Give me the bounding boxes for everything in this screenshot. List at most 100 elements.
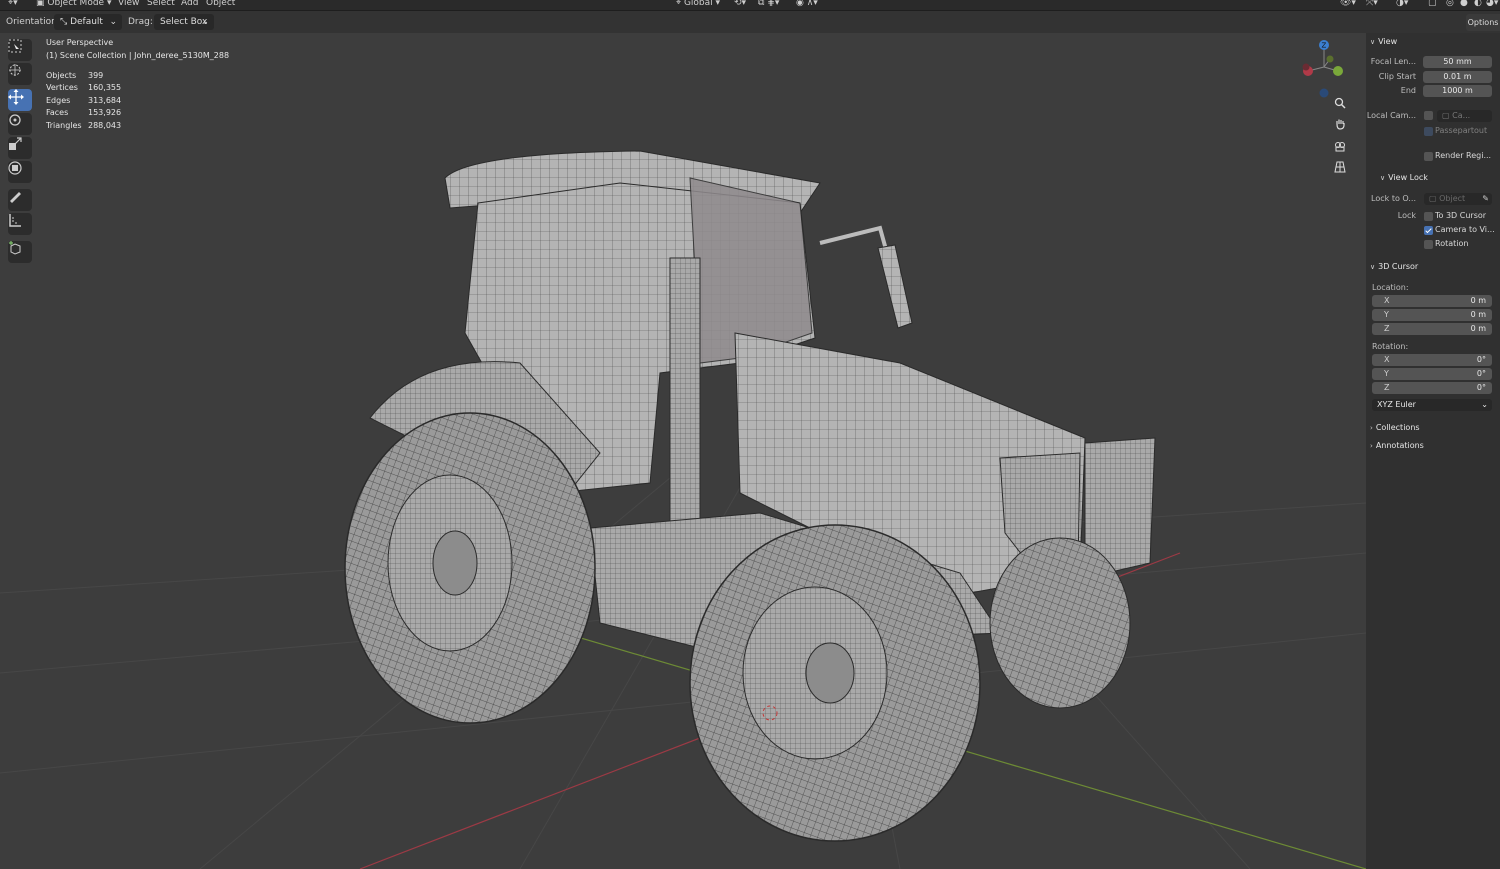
annotate-icon <box>10 192 21 203</box>
lock-label: Lock <box>1397 211 1416 220</box>
rotation-mode-dropdown[interactable]: XYZ Euler ⌄ <box>1372 399 1492 411</box>
drag-dropdown[interactable]: Select Box ⌄ <box>154 14 214 30</box>
cursor-location-y-field[interactable]: Y 0 m <box>1372 309 1492 321</box>
menu-add[interactable]: Add <box>181 0 198 8</box>
viewport-scene <box>0 150 1366 869</box>
shading-material-icon[interactable]: ◐ <box>1474 0 1482 8</box>
overlay-toggle-icon[interactable]: ◑▾ <box>1396 0 1408 8</box>
clip-start-field[interactable]: 0.01 m <box>1423 71 1492 83</box>
add-cube-tool[interactable] <box>8 241 32 263</box>
chevron-right-icon: › <box>1370 442 1373 450</box>
cursor-tool[interactable] <box>8 63 32 85</box>
3d-cursor-panel-header[interactable]: ∨ 3D Cursor <box>1370 262 1418 271</box>
perspective-label: User Perspective <box>46 38 114 47</box>
stat-label: Vertices <box>46 83 78 92</box>
axis-value: 0 m <box>1470 310 1486 319</box>
transform-icon <box>8 161 22 175</box>
eyedropper-icon[interactable]: ✎ <box>1482 193 1489 205</box>
axis-label: X <box>1384 355 1390 364</box>
lock-to-object-field[interactable]: ▢ Object ✎ <box>1424 193 1492 205</box>
orientation-dropdown[interactable]: ⤡ Default ⌄ <box>54 14 122 30</box>
rotate-tool[interactable] <box>8 113 32 135</box>
clip-start-label: Clip Start <box>1378 72 1416 81</box>
3d-viewport[interactable]: User Perspective (1) Scene Collection | … <box>0 33 1366 869</box>
focal-length-label: Focal Len... <box>1370 57 1416 66</box>
transform-orientation-label: Global <box>683 0 713 8</box>
gizmo-toggle-icon[interactable]: ⤧▾ <box>1366 0 1378 8</box>
local-camera-label: Local Cam... <box>1366 111 1416 120</box>
axis-value: 0° <box>1476 369 1486 378</box>
measure-tool[interactable] <box>8 213 32 235</box>
orientation-icon: ⤡ <box>60 17 71 27</box>
cursor-location-x-field[interactable]: X 0 m <box>1372 295 1492 307</box>
axis-label: Z <box>1384 383 1390 392</box>
clip-end-label: End <box>1400 86 1416 95</box>
cursor-rotation-z-field[interactable]: Z 0° <box>1372 382 1492 394</box>
options-button[interactable]: Options <box>1466 14 1500 31</box>
shading-wireframe-icon[interactable]: ◎ <box>1446 0 1454 8</box>
shading-rendered-icon[interactable]: ◕▾ <box>1486 0 1498 8</box>
visibility-icon[interactable]: 👁▾ <box>1340 0 1356 8</box>
collections-panel-header[interactable]: › Collections <box>1370 423 1420 432</box>
cursor-icon <box>9 64 21 76</box>
navigation-gizmo[interactable]: Z <box>1298 37 1354 99</box>
camera-to-view-checkbox[interactable] <box>1424 226 1433 235</box>
annotate-tool[interactable] <box>8 189 32 211</box>
lock-to-object-placeholder: Object <box>1439 194 1466 203</box>
move-tool[interactable] <box>8 89 32 111</box>
cursor-location-z-field[interactable]: Z 0 m <box>1372 323 1492 335</box>
chevron-down-icon: ⌄ <box>109 17 117 27</box>
camera-view-button[interactable] <box>1334 140 1354 160</box>
grid-icon <box>1334 161 1346 173</box>
axis-value: 0 m <box>1470 296 1486 305</box>
lock-rotation-checkbox[interactable] <box>1424 240 1433 249</box>
cursor-rotation-y-field[interactable]: Y 0° <box>1372 368 1492 380</box>
stat-value: 288,043 <box>88 121 122 130</box>
drag-value: Select Box <box>160 17 208 27</box>
transform-tool[interactable] <box>8 161 32 183</box>
passepartout-checkbox[interactable] <box>1424 127 1433 136</box>
menu-view[interactable]: View <box>118 0 139 8</box>
clip-end-field[interactable]: 1000 m <box>1423 85 1492 97</box>
annotations-panel-header[interactable]: › Annotations <box>1370 441 1424 450</box>
pan-button[interactable] <box>1334 118 1354 138</box>
view-panel-header[interactable]: ∨ View <box>1370 37 1397 46</box>
orientation-value: Default <box>70 17 103 27</box>
lock-to-object-label: Lock to O... <box>1371 194 1416 203</box>
local-camera-checkbox[interactable] <box>1424 111 1433 120</box>
editor-header: ⌖▾ ▣ Object Mode ▾ View Select Add Objec… <box>0 0 1500 11</box>
render-region-checkbox[interactable] <box>1424 152 1433 161</box>
focal-length-field[interactable]: 50 mm <box>1423 56 1492 68</box>
lock-to-3d-cursor-checkbox[interactable] <box>1424 212 1433 221</box>
xray-icon[interactable]: ▢ <box>1428 0 1437 8</box>
rotate-icon <box>9 114 21 126</box>
measure-icon <box>9 214 21 227</box>
menu-object[interactable]: Object <box>206 0 235 8</box>
camera-object-icon: ▢ <box>1442 111 1453 120</box>
zoom-button[interactable] <box>1334 97 1354 117</box>
rotation-label: Rotation: <box>1372 342 1409 351</box>
hand-icon <box>1336 119 1345 130</box>
local-camera-value: Ca... <box>1452 111 1471 120</box>
pivot-icon[interactable]: ⟲▾ <box>734 0 746 8</box>
editor-type-icon[interactable]: ⌖▾ <box>8 0 18 8</box>
proportional-edit-icon[interactable]: ◉ ∧▾ <box>796 0 818 8</box>
cursor-rotation-x-field[interactable]: X 0° <box>1372 354 1492 366</box>
local-camera-field[interactable]: ▢ Ca... <box>1437 110 1492 122</box>
object-mode-dropdown[interactable]: ▣ Object Mode ▾ <box>36 0 111 8</box>
chevron-right-icon: › <box>1370 424 1373 432</box>
perspective-toggle-button[interactable] <box>1334 161 1354 181</box>
tractor-model <box>344 150 1156 842</box>
shading-solid-icon[interactable]: ● <box>1460 0 1468 8</box>
stat-value: 160,355 <box>88 83 122 92</box>
3d-cursor-title: 3D Cursor <box>1378 262 1419 271</box>
snap-icon[interactable]: ⧉ ⋕▾ <box>758 0 779 8</box>
transform-orientation-dropdown[interactable]: ⌖ Global ▾ <box>676 0 720 8</box>
scale-tool[interactable] <box>8 137 32 159</box>
select-box-tool[interactable] <box>8 39 32 61</box>
drag-label: Drag: <box>128 17 153 27</box>
menu-select[interactable]: Select <box>147 0 175 8</box>
view-lock-subpanel-header[interactable]: ∨ View Lock <box>1380 173 1428 182</box>
annotations-title: Annotations <box>1375 441 1424 450</box>
stat-label: Faces <box>46 108 69 117</box>
